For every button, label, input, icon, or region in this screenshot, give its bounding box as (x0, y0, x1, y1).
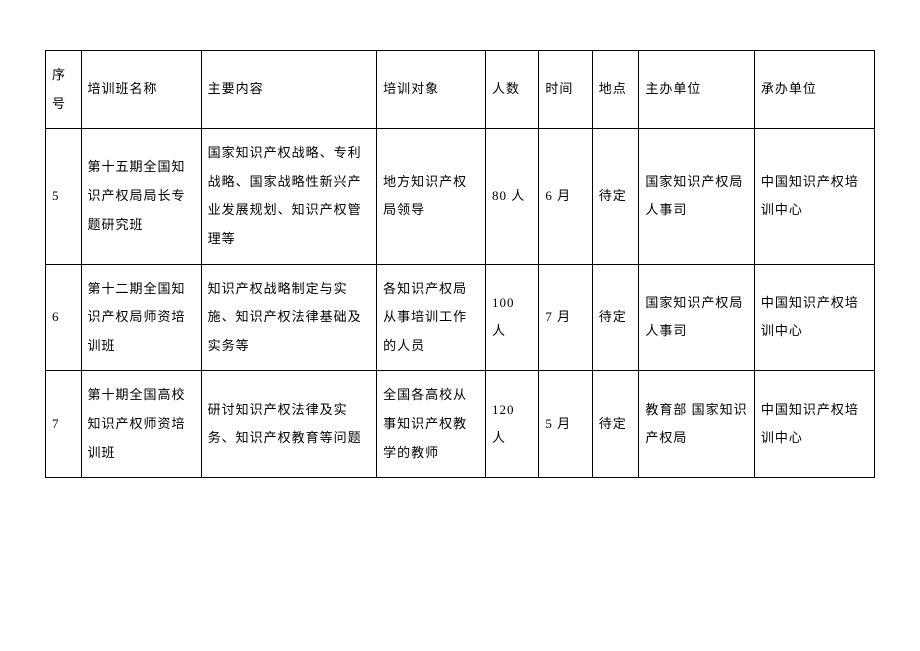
document-page: 序号 培训班名称 主要内容 培训对象 人数 时间 地点 主办单位 承办单位 5 … (0, 0, 920, 478)
col-host: 承办单位 (754, 51, 874, 129)
cell-object: 地方知识产权局领导 (377, 129, 486, 264)
cell-host: 中国知识产权培训中心 (754, 264, 874, 371)
cell-name: 第十期全国高校知识产权师资培训班 (81, 371, 201, 478)
cell-content: 研讨知识产权法律及实务、知识产权教育等问题 (201, 371, 377, 478)
cell-seq: 6 (46, 264, 82, 371)
col-object: 培训对象 (377, 51, 486, 129)
col-number: 人数 (486, 51, 539, 129)
training-table: 序号 培训班名称 主要内容 培训对象 人数 时间 地点 主办单位 承办单位 5 … (45, 50, 875, 478)
cell-host: 中国知识产权培训中心 (754, 129, 874, 264)
table-row: 7 第十期全国高校知识产权师资培训班 研讨知识产权法律及实务、知识产权教育等问题… (46, 371, 875, 478)
cell-organizer: 国家知识产权局人事司 (639, 129, 755, 264)
col-name: 培训班名称 (81, 51, 201, 129)
table-header-row: 序号 培训班名称 主要内容 培训对象 人数 时间 地点 主办单位 承办单位 (46, 51, 875, 129)
col-seq: 序号 (46, 51, 82, 129)
cell-location: 待定 (592, 371, 639, 478)
cell-location: 待定 (592, 264, 639, 371)
cell-host: 中国知识产权培训中心 (754, 371, 874, 478)
col-location: 地点 (592, 51, 639, 129)
cell-time: 6 月 (539, 129, 592, 264)
cell-seq: 7 (46, 371, 82, 478)
cell-object: 全国各高校从事知识产权教学的教师 (377, 371, 486, 478)
cell-object: 各知识产权局从事培训工作的人员 (377, 264, 486, 371)
table-row: 5 第十五期全国知识产权局局长专题研究班 国家知识产权战略、专利战略、国家战略性… (46, 129, 875, 264)
cell-number: 100 人 (486, 264, 539, 371)
table-row: 6 第十二期全国知识产权局师资培训班 知识产权战略制定与实施、知识产权法律基础及… (46, 264, 875, 371)
cell-organizer: 教育部 国家知识产权局 (639, 371, 755, 478)
cell-name: 第十二期全国知识产权局师资培训班 (81, 264, 201, 371)
col-organizer: 主办单位 (639, 51, 755, 129)
cell-time: 5 月 (539, 371, 592, 478)
col-content: 主要内容 (201, 51, 377, 129)
cell-content: 知识产权战略制定与实施、知识产权法律基础及实务等 (201, 264, 377, 371)
cell-seq: 5 (46, 129, 82, 264)
col-time: 时间 (539, 51, 592, 129)
cell-organizer: 国家知识产权局人事司 (639, 264, 755, 371)
cell-time: 7 月 (539, 264, 592, 371)
cell-number: 120 人 (486, 371, 539, 478)
cell-number: 80 人 (486, 129, 539, 264)
cell-content: 国家知识产权战略、专利战略、国家战略性新兴产业发展规划、知识产权管理等 (201, 129, 377, 264)
cell-name: 第十五期全国知识产权局局长专题研究班 (81, 129, 201, 264)
cell-location: 待定 (592, 129, 639, 264)
